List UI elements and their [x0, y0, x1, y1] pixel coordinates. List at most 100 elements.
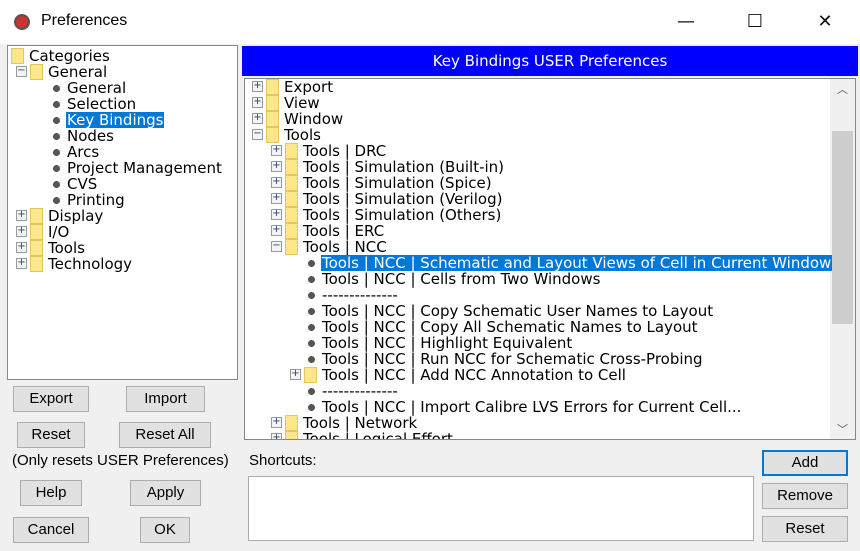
- maximize-button[interactable]: ☐: [740, 8, 770, 36]
- tree-item-label: Display: [48, 207, 104, 225]
- leaf-bullet-icon: [308, 388, 315, 395]
- tree-item[interactable]: Selection: [8, 96, 237, 112]
- cancel-button[interactable]: Cancel: [13, 517, 89, 543]
- remove-button[interactable]: Remove: [762, 483, 848, 509]
- leaf-bullet-icon: [308, 276, 315, 283]
- collapse-icon[interactable]: −: [271, 241, 282, 252]
- reset-shortcut-button[interactable]: Reset: [762, 516, 848, 542]
- reset-note: (Only resets USER Preferences): [12, 452, 229, 469]
- minimize-button[interactable]: —: [671, 8, 701, 36]
- collapse-icon[interactable]: −: [16, 66, 27, 77]
- folder-icon: [285, 239, 298, 255]
- tree-item-label: CVS: [67, 175, 98, 193]
- folder-icon: [30, 256, 43, 272]
- tree-item[interactable]: + Tools | Simulation (Spice): [245, 175, 855, 191]
- tree-item[interactable]: --------------: [245, 287, 855, 303]
- categories-tree[interactable]: Categories − General General Selection Key Bi…: [7, 45, 238, 380]
- help-button[interactable]: Help: [20, 480, 82, 506]
- tree-item[interactable]: Arcs: [8, 144, 237, 160]
- app-icon: [14, 14, 30, 30]
- reset-all-button[interactable]: Reset All: [119, 422, 211, 448]
- leaf-bullet-icon: [308, 324, 315, 331]
- tree-item[interactable]: Tools | NCC | Copy All Schematic Names t…: [245, 319, 855, 335]
- tree-item[interactable]: + Export: [245, 79, 855, 95]
- folder-icon: [285, 143, 298, 159]
- close-button[interactable]: ✕: [810, 8, 840, 36]
- tree-item[interactable]: + Technology: [8, 256, 237, 272]
- tree-item[interactable]: + Tools | DRC: [245, 143, 855, 159]
- tree-item[interactable]: − Tools: [245, 127, 855, 143]
- expand-icon[interactable]: +: [271, 193, 282, 204]
- tree-item[interactable]: Tools | NCC | Copy Schematic User Names …: [245, 303, 855, 319]
- tree-item[interactable]: Printing: [8, 192, 237, 208]
- tree-item[interactable]: Nodes: [8, 128, 237, 144]
- tree-item[interactable]: Tools | NCC | Highlight Equivalent: [245, 335, 855, 351]
- tree-item-label: Tools | Logical Effort: [303, 430, 453, 440]
- tree-item-label: Selection: [67, 95, 137, 113]
- expand-icon[interactable]: +: [271, 225, 282, 236]
- tree-item[interactable]: + Tools | Logical Effort: [245, 430, 855, 440]
- expand-icon[interactable]: +: [271, 433, 282, 439]
- expand-icon[interactable]: +: [290, 369, 301, 380]
- tree-item[interactable]: − General: [8, 64, 237, 80]
- tree-item-label: Tools | NCC: [303, 238, 387, 256]
- expand-icon[interactable]: +: [271, 145, 282, 156]
- tree-item[interactable]: + Tools | Simulation (Verilog): [245, 191, 855, 207]
- add-button[interactable]: Add: [762, 450, 848, 476]
- tree-item-label: Key Bindings: [66, 111, 165, 129]
- tree-item[interactable]: Tools | NCC | Schematic and Layout Views…: [245, 255, 855, 271]
- key-bindings-tree[interactable]: ︿ ﹀ + Export + View + Window − Tools + Tools | DR…: [244, 78, 856, 440]
- tree-item[interactable]: + Tools | Network: [245, 415, 855, 431]
- tree-item[interactable]: Tools | NCC | Cells from Two Windows: [245, 271, 855, 287]
- expand-icon[interactable]: +: [252, 81, 263, 92]
- expand-icon[interactable]: +: [252, 97, 263, 108]
- reset-button[interactable]: Reset: [17, 422, 85, 448]
- leaf-bullet-icon: [53, 165, 60, 172]
- tree-item[interactable]: Project Management: [8, 160, 237, 176]
- folder-icon: [266, 79, 279, 95]
- tree-item[interactable]: Categories: [8, 48, 237, 64]
- tree-item-label: Tools | Network: [303, 414, 418, 432]
- expand-icon[interactable]: +: [16, 242, 27, 253]
- tree-item[interactable]: + Tools: [8, 240, 237, 256]
- tree-item[interactable]: − Tools | NCC: [245, 239, 855, 255]
- tree-item[interactable]: + View: [245, 95, 855, 111]
- tree-item[interactable]: Key Bindings: [8, 112, 237, 128]
- apply-button[interactable]: Apply: [130, 480, 201, 506]
- tree-item[interactable]: CVS: [8, 176, 237, 192]
- tree-item[interactable]: + I/O: [8, 224, 237, 240]
- tree-item-label: Tools | Simulation (Built-in): [303, 158, 505, 176]
- tree-item-label: Window: [284, 110, 344, 128]
- tree-item[interactable]: Tools | NCC | Run NCC for Schematic Cros…: [245, 351, 855, 367]
- ok-button[interactable]: OK: [140, 517, 190, 543]
- expand-icon[interactable]: +: [271, 417, 282, 428]
- window-title: Preferences: [41, 12, 128, 29]
- tree-item[interactable]: + Tools | Simulation (Built-in): [245, 159, 855, 175]
- leaf-bullet-icon: [53, 85, 60, 92]
- folder-icon: [285, 159, 298, 175]
- expand-icon[interactable]: +: [16, 258, 27, 269]
- expand-icon[interactable]: +: [16, 226, 27, 237]
- tree-item[interactable]: General: [8, 80, 237, 96]
- expand-icon[interactable]: +: [252, 113, 263, 124]
- tree-item[interactable]: + Display: [8, 208, 237, 224]
- import-button[interactable]: Import: [126, 386, 205, 412]
- tree-item[interactable]: --------------: [245, 383, 855, 399]
- shortcuts-list[interactable]: [248, 476, 754, 541]
- folder-icon: [30, 208, 43, 224]
- tree-item[interactable]: + Tools | NCC | Add NCC Annotation to Cel…: [245, 367, 855, 383]
- leaf-bullet-icon: [308, 292, 315, 299]
- tree-item-label: General: [67, 79, 127, 97]
- export-button[interactable]: Export: [13, 386, 89, 412]
- expand-icon[interactable]: +: [271, 209, 282, 220]
- tree-item-label: Tools: [284, 126, 321, 144]
- tree-item[interactable]: + Window: [245, 111, 855, 127]
- expand-icon[interactable]: +: [271, 161, 282, 172]
- tree-item[interactable]: Tools | NCC | Import Calibre LVS Errors …: [245, 399, 855, 415]
- tree-item[interactable]: + Tools | ERC: [245, 223, 855, 239]
- collapse-icon[interactable]: −: [252, 129, 263, 140]
- leaf-bullet-icon: [308, 340, 315, 347]
- expand-icon[interactable]: +: [16, 210, 27, 221]
- expand-icon[interactable]: +: [271, 177, 282, 188]
- tree-item[interactable]: + Tools | Simulation (Others): [245, 207, 855, 223]
